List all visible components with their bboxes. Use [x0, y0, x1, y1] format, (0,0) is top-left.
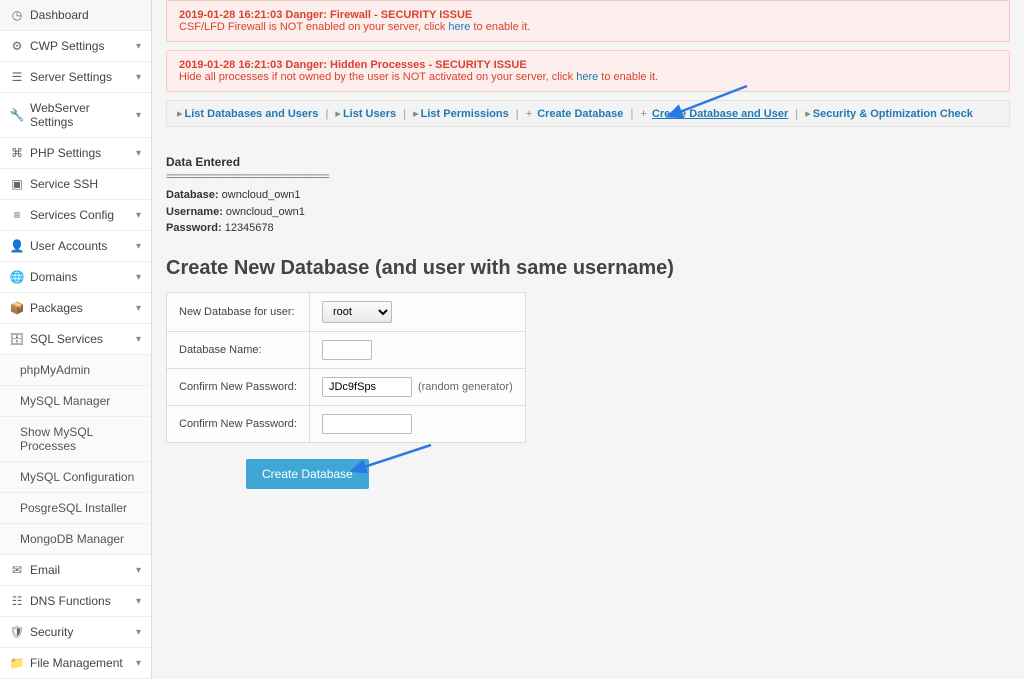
chevron-down-icon: ▾	[136, 110, 141, 121]
caret-icon: ▸	[335, 108, 341, 120]
chevron-down-icon: ▾	[136, 72, 141, 83]
user-select[interactable]: root	[322, 301, 392, 323]
folder-icon: 📁	[10, 656, 24, 670]
chevron-down-icon: ▾	[136, 41, 141, 52]
database-icon: 🗄	[10, 332, 24, 346]
server-icon: ☰	[10, 70, 24, 84]
sidebar-item-packages[interactable]: 📦Packages▾	[0, 293, 151, 324]
sidebar-sub-mongodb-manager[interactable]: MongoDB Manager	[0, 524, 151, 555]
plus-icon: +	[640, 108, 646, 120]
sidebar-sub-posgresql-installer[interactable]: PosgreSQL Installer	[0, 493, 151, 524]
gears-icon: ⚙	[10, 39, 24, 53]
form-label-dbname: Database Name:	[167, 331, 310, 368]
chevron-down-icon: ▾	[136, 658, 141, 669]
sidebar-item-domains[interactable]: 🌐Domains▾	[0, 262, 151, 293]
sidebar-item-file-management[interactable]: 📁File Management▾	[0, 648, 151, 679]
caret-icon: ▸	[177, 108, 183, 120]
breadcrumb-security-check[interactable]: Security & Optimization Check	[813, 108, 973, 120]
form-label-pass: Confirm New Password:	[167, 368, 310, 405]
sidebar-item-service-ssh[interactable]: ▣Service SSH	[0, 169, 151, 200]
sidebar-sub-show-mysql-processes[interactable]: Show MySQL Processes	[0, 417, 151, 462]
breadcrumb-list-db-users[interactable]: List Databases and Users	[185, 108, 319, 120]
breadcrumb-list-permissions[interactable]: List Permissions	[421, 108, 509, 120]
php-icon: ⌘	[10, 146, 24, 160]
chevron-down-icon: ▾	[136, 565, 141, 576]
package-icon: 📦	[10, 301, 24, 315]
breadcrumbs: ▸List Databases and Users | ▸List Users …	[166, 100, 1010, 127]
sidebar-item-dns-functions[interactable]: ☷DNS Functions▾	[0, 586, 151, 617]
chevron-down-icon: ▾	[136, 272, 141, 283]
terminal-icon: ▣	[10, 177, 24, 191]
data-entered-block: Data Entered ===========================…	[166, 155, 1010, 237]
sidebar: ◷Dashboard ⚙CWP Settings▾ ☰Server Settin…	[0, 0, 152, 679]
data-entered-heading: Data Entered	[166, 155, 1010, 169]
list-icon: ≡	[10, 208, 24, 222]
caret-icon: ▸	[413, 108, 419, 120]
sidebar-item-php-settings[interactable]: ⌘PHP Settings▾	[0, 138, 151, 169]
create-database-button[interactable]: Create Database	[246, 459, 369, 489]
alert-firewall-link[interactable]: here	[448, 21, 470, 33]
password-confirm-input[interactable]	[322, 414, 412, 434]
chevron-down-icon: ▾	[136, 241, 141, 252]
alert-firewall: 2019-01-28 16:21:03 Danger: Firewall - S…	[166, 0, 1010, 42]
alert-hidden-link[interactable]: here	[576, 71, 598, 83]
envelope-icon: ✉	[10, 563, 24, 577]
form-label-pass2: Confirm New Password:	[167, 405, 310, 442]
sidebar-item-user-accounts[interactable]: 👤User Accounts▾	[0, 231, 151, 262]
create-db-form: New Database for user: root Database Nam…	[166, 292, 526, 443]
speedometer-icon: ◷	[10, 8, 24, 22]
section-title: Create New Database (and user with same …	[166, 257, 1010, 280]
alert-hidden-processes: 2019-01-28 16:21:03 Danger: Hidden Proce…	[166, 50, 1010, 92]
sidebar-item-security[interactable]: 🛡Security▾	[0, 617, 151, 648]
dbname-input[interactable]	[322, 340, 372, 360]
plus-icon: +	[526, 108, 532, 120]
chevron-down-icon: ▾	[136, 148, 141, 159]
user-icon: 👤	[10, 239, 24, 253]
sidebar-item-email[interactable]: ✉Email▾	[0, 555, 151, 586]
wrench-icon: 🔧	[10, 108, 24, 122]
chevron-down-icon: ▾	[136, 303, 141, 314]
password-input[interactable]	[322, 377, 412, 397]
globe-icon: 🌐	[10, 270, 24, 284]
sidebar-sub-mysql-manager[interactable]: MySQL Manager	[0, 386, 151, 417]
sidebar-sub-mysql-configuration[interactable]: MySQL Configuration	[0, 462, 151, 493]
sidebar-item-services-config[interactable]: ≡Services Config▾	[0, 200, 151, 231]
main-content: 2019-01-28 16:21:03 Danger: Firewall - S…	[152, 0, 1024, 679]
chevron-down-icon: ▾	[136, 210, 141, 221]
random-generator-hint[interactable]: (random generator)	[418, 381, 513, 393]
sidebar-item-cwp-settings[interactable]: ⚙CWP Settings▾	[0, 31, 151, 62]
breadcrumb-create-db-and-user[interactable]: Create Database and User	[652, 108, 788, 120]
chevron-down-icon: ▾	[136, 334, 141, 345]
shield-icon: 🛡	[10, 625, 24, 639]
breadcrumb-create-db[interactable]: Create Database	[537, 108, 623, 120]
sidebar-sub-phpmyadmin[interactable]: phpMyAdmin	[0, 355, 151, 386]
form-label-user: New Database for user:	[167, 292, 310, 331]
breadcrumb-list-users[interactable]: List Users	[343, 108, 396, 120]
dns-icon: ☷	[10, 594, 24, 608]
chevron-down-icon: ▾	[136, 627, 141, 638]
sidebar-item-server-settings[interactable]: ☰Server Settings▾	[0, 62, 151, 93]
sidebar-item-webserver-settings[interactable]: 🔧WebServer Settings▾	[0, 93, 151, 138]
sidebar-item-dashboard[interactable]: ◷Dashboard	[0, 0, 151, 31]
sidebar-item-sql-services[interactable]: 🗄SQL Services▾	[0, 324, 151, 355]
chevron-down-icon: ▾	[136, 596, 141, 607]
caret-icon: ▸	[805, 108, 811, 120]
